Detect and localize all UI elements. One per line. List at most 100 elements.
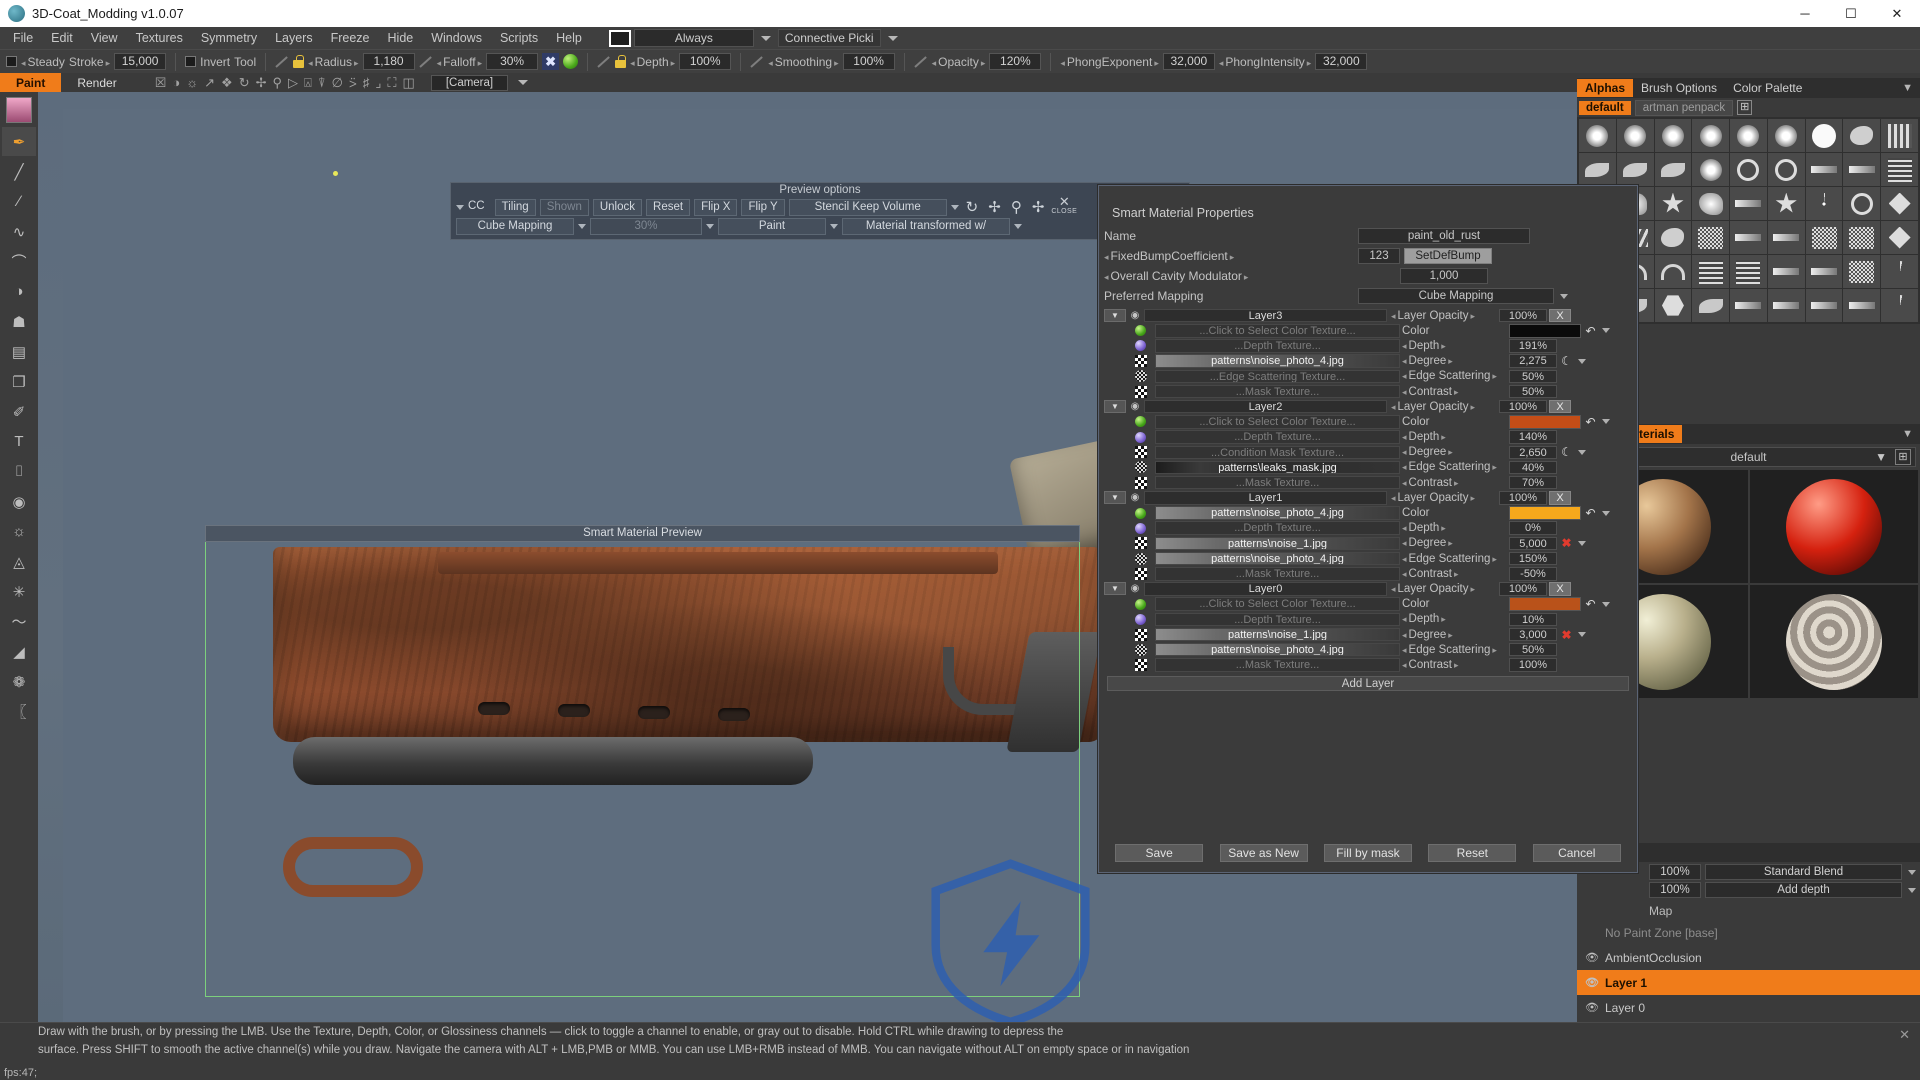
tab-paint[interactable]: Paint [0, 73, 62, 92]
alpha-cell-40[interactable] [1692, 255, 1730, 288]
alpha-cell-51[interactable] [1767, 289, 1805, 322]
alpha-cell-16[interactable] [1805, 153, 1843, 186]
alpha-cell-33[interactable] [1767, 221, 1805, 254]
depth-ball-icon[interactable] [1128, 522, 1153, 534]
alpha-cell-32[interactable] [1730, 221, 1767, 254]
panel-collapse-icon[interactable]: ▼ [1902, 82, 1913, 94]
chevron-down-icon[interactable] [1602, 601, 1610, 607]
opacity-curve-icon[interactable] [914, 55, 928, 69]
degree-icon[interactable] [1128, 446, 1153, 459]
layer-expand-icon[interactable]: ▼ [1104, 309, 1126, 323]
wave-tool[interactable]: 〜 [2, 607, 36, 636]
alpha-cell-34[interactable] [1805, 221, 1843, 254]
alpha-preset-default[interactable]: default [1579, 100, 1631, 115]
zoom-icon[interactable]: ⚲ [273, 75, 283, 91]
alpha-cell-43[interactable] [1805, 255, 1843, 288]
blend-mode-2[interactable]: Add depth [1705, 882, 1902, 898]
tab-brush-options[interactable]: Brush Options [1633, 79, 1725, 97]
alpha-cell-5[interactable] [1730, 119, 1767, 152]
layer-header-layer1[interactable]: ▼◉Layer1Layer Opacity100%X [1099, 490, 1637, 505]
alpha-cell-3[interactable] [1654, 119, 1692, 152]
cc-chevron-icon[interactable] [456, 204, 464, 210]
mask-icon[interactable] [1128, 476, 1153, 489]
texture-slot[interactable]: ...Mask Texture... [1155, 658, 1400, 672]
degree-icon[interactable] [1128, 537, 1153, 550]
chevron-down-icon[interactable] [1578, 540, 1586, 546]
camera-chevron-icon[interactable] [518, 80, 529, 85]
layer-visibility-icon[interactable]: ◉ [1128, 492, 1142, 503]
mask-icon[interactable] [1128, 567, 1153, 580]
layer-header-layer2[interactable]: ▼◉Layer2Layer Opacity100%X [1099, 399, 1637, 414]
alpha-cell-17[interactable] [1843, 153, 1881, 186]
chain-tool[interactable]: 〖 [2, 697, 36, 726]
spline-tool[interactable]: ⌒ [2, 247, 36, 276]
chevron-down-icon[interactable] [1602, 510, 1610, 516]
save-button[interactable]: Save [1115, 844, 1204, 862]
depth-ball-icon[interactable] [1128, 431, 1153, 443]
alpha-cell-48[interactable] [1654, 289, 1692, 322]
prop-value[interactable]: 100% [1509, 658, 1557, 672]
menu-file[interactable]: File [4, 29, 42, 47]
close-button[interactable]: ✕ [1874, 0, 1920, 27]
invert-checkbox[interactable] [185, 56, 197, 67]
undo-icon[interactable]: ↶ [1583, 597, 1598, 611]
play-icon[interactable]: ▷ [288, 75, 298, 91]
prop-value[interactable]: 5,000 [1509, 536, 1557, 551]
alpha-cell-52[interactable] [1805, 289, 1843, 322]
texture-slot[interactable]: patterns\noise_1.jpg [1155, 627, 1400, 642]
percent-chevron-icon[interactable] [706, 224, 714, 229]
degree-icon[interactable] [1128, 628, 1153, 641]
layer-name[interactable]: Layer0 [1144, 582, 1387, 596]
moon-icon[interactable]: ☾ [1559, 354, 1574, 368]
blend-chevron-1-icon[interactable] [1908, 869, 1916, 875]
smart-materials-collapse-icon[interactable]: ▼ [1902, 428, 1913, 440]
alpha-cell-53[interactable] [1843, 289, 1881, 322]
color-ball-icon[interactable] [1128, 416, 1153, 428]
material-thumb-2[interactable] [1749, 470, 1918, 583]
texture-slot[interactable]: ...Condition Mask Texture... [1155, 445, 1400, 460]
depth-value[interactable]: 100% [679, 53, 732, 70]
add-layer-button[interactable]: Add Layer [1107, 675, 1629, 691]
fit-icon[interactable]: ⛶ [387, 75, 396, 91]
alpha-cell-23[interactable] [1730, 187, 1767, 220]
prop-value[interactable]: 70% [1509, 475, 1557, 490]
line-tool[interactable]: ∕ [2, 187, 36, 216]
all-icon[interactable]: ⍓ [304, 75, 312, 91]
texture-slot[interactable]: ...Depth Texture... [1155, 339, 1400, 353]
layer-visibility-icon[interactable]: ◉ [1128, 310, 1142, 321]
prop-value[interactable]: 50% [1509, 642, 1557, 657]
chevron-down-icon[interactable] [1578, 449, 1586, 455]
chevron-down-icon[interactable] [1602, 419, 1610, 425]
alpha-cell-15[interactable] [1767, 153, 1805, 186]
rotate-icon[interactable]: ↻ [966, 198, 979, 216]
texture-slot[interactable]: ...Depth Texture... [1155, 430, 1400, 444]
texture-slot[interactable]: ...Click to Select Color Texture... [1155, 597, 1400, 611]
color-swatch[interactable] [1509, 324, 1581, 338]
texture-slot[interactable]: ...Mask Texture... [1155, 475, 1400, 490]
chevron-down-icon[interactable] [1578, 358, 1586, 364]
texture-slot[interactable]: patterns\noise_photo_4.jpg [1155, 642, 1400, 657]
measure-tool[interactable]: ✐ [2, 397, 36, 426]
moon-icon[interactable]: ☾ [1559, 445, 1574, 459]
blend-chevron-2-icon[interactable] [1908, 887, 1916, 893]
no-icon[interactable]: ∅ [332, 75, 343, 91]
tab-render[interactable]: Render [61, 73, 132, 92]
alpha-cell-2[interactable] [1616, 119, 1654, 152]
menu-windows[interactable]: Windows [422, 29, 491, 47]
paint-combo[interactable]: Paint [718, 218, 826, 235]
reset-button[interactable]: Reset [646, 198, 691, 216]
layer-row-layer0[interactable]: 👁 Layer 0 [1577, 995, 1920, 1020]
layer-name[interactable]: Layer1 [1144, 491, 1387, 505]
brush-tool[interactable]: ✒ [2, 127, 36, 156]
fixed-bump-value[interactable]: 123 [1358, 248, 1400, 264]
stencil-combo[interactable]: Stencil Keep Volume [788, 198, 947, 216]
layer-row-ambient-occlusion[interactable]: 👁 AmbientOcclusion [1577, 945, 1920, 970]
contrast-icon[interactable]: ◑ [172, 75, 180, 90]
cube-icon[interactable]: ⍩ [349, 75, 357, 91]
prop-value[interactable]: 140% [1509, 430, 1557, 444]
light-icon[interactable]: ☼ [186, 75, 198, 90]
degree-icon[interactable] [1128, 355, 1153, 368]
mapping-combo[interactable]: Cube Mapping [456, 218, 574, 235]
alpha-cell-49[interactable] [1692, 289, 1730, 322]
flip-x-button[interactable]: Flip X [694, 198, 738, 216]
